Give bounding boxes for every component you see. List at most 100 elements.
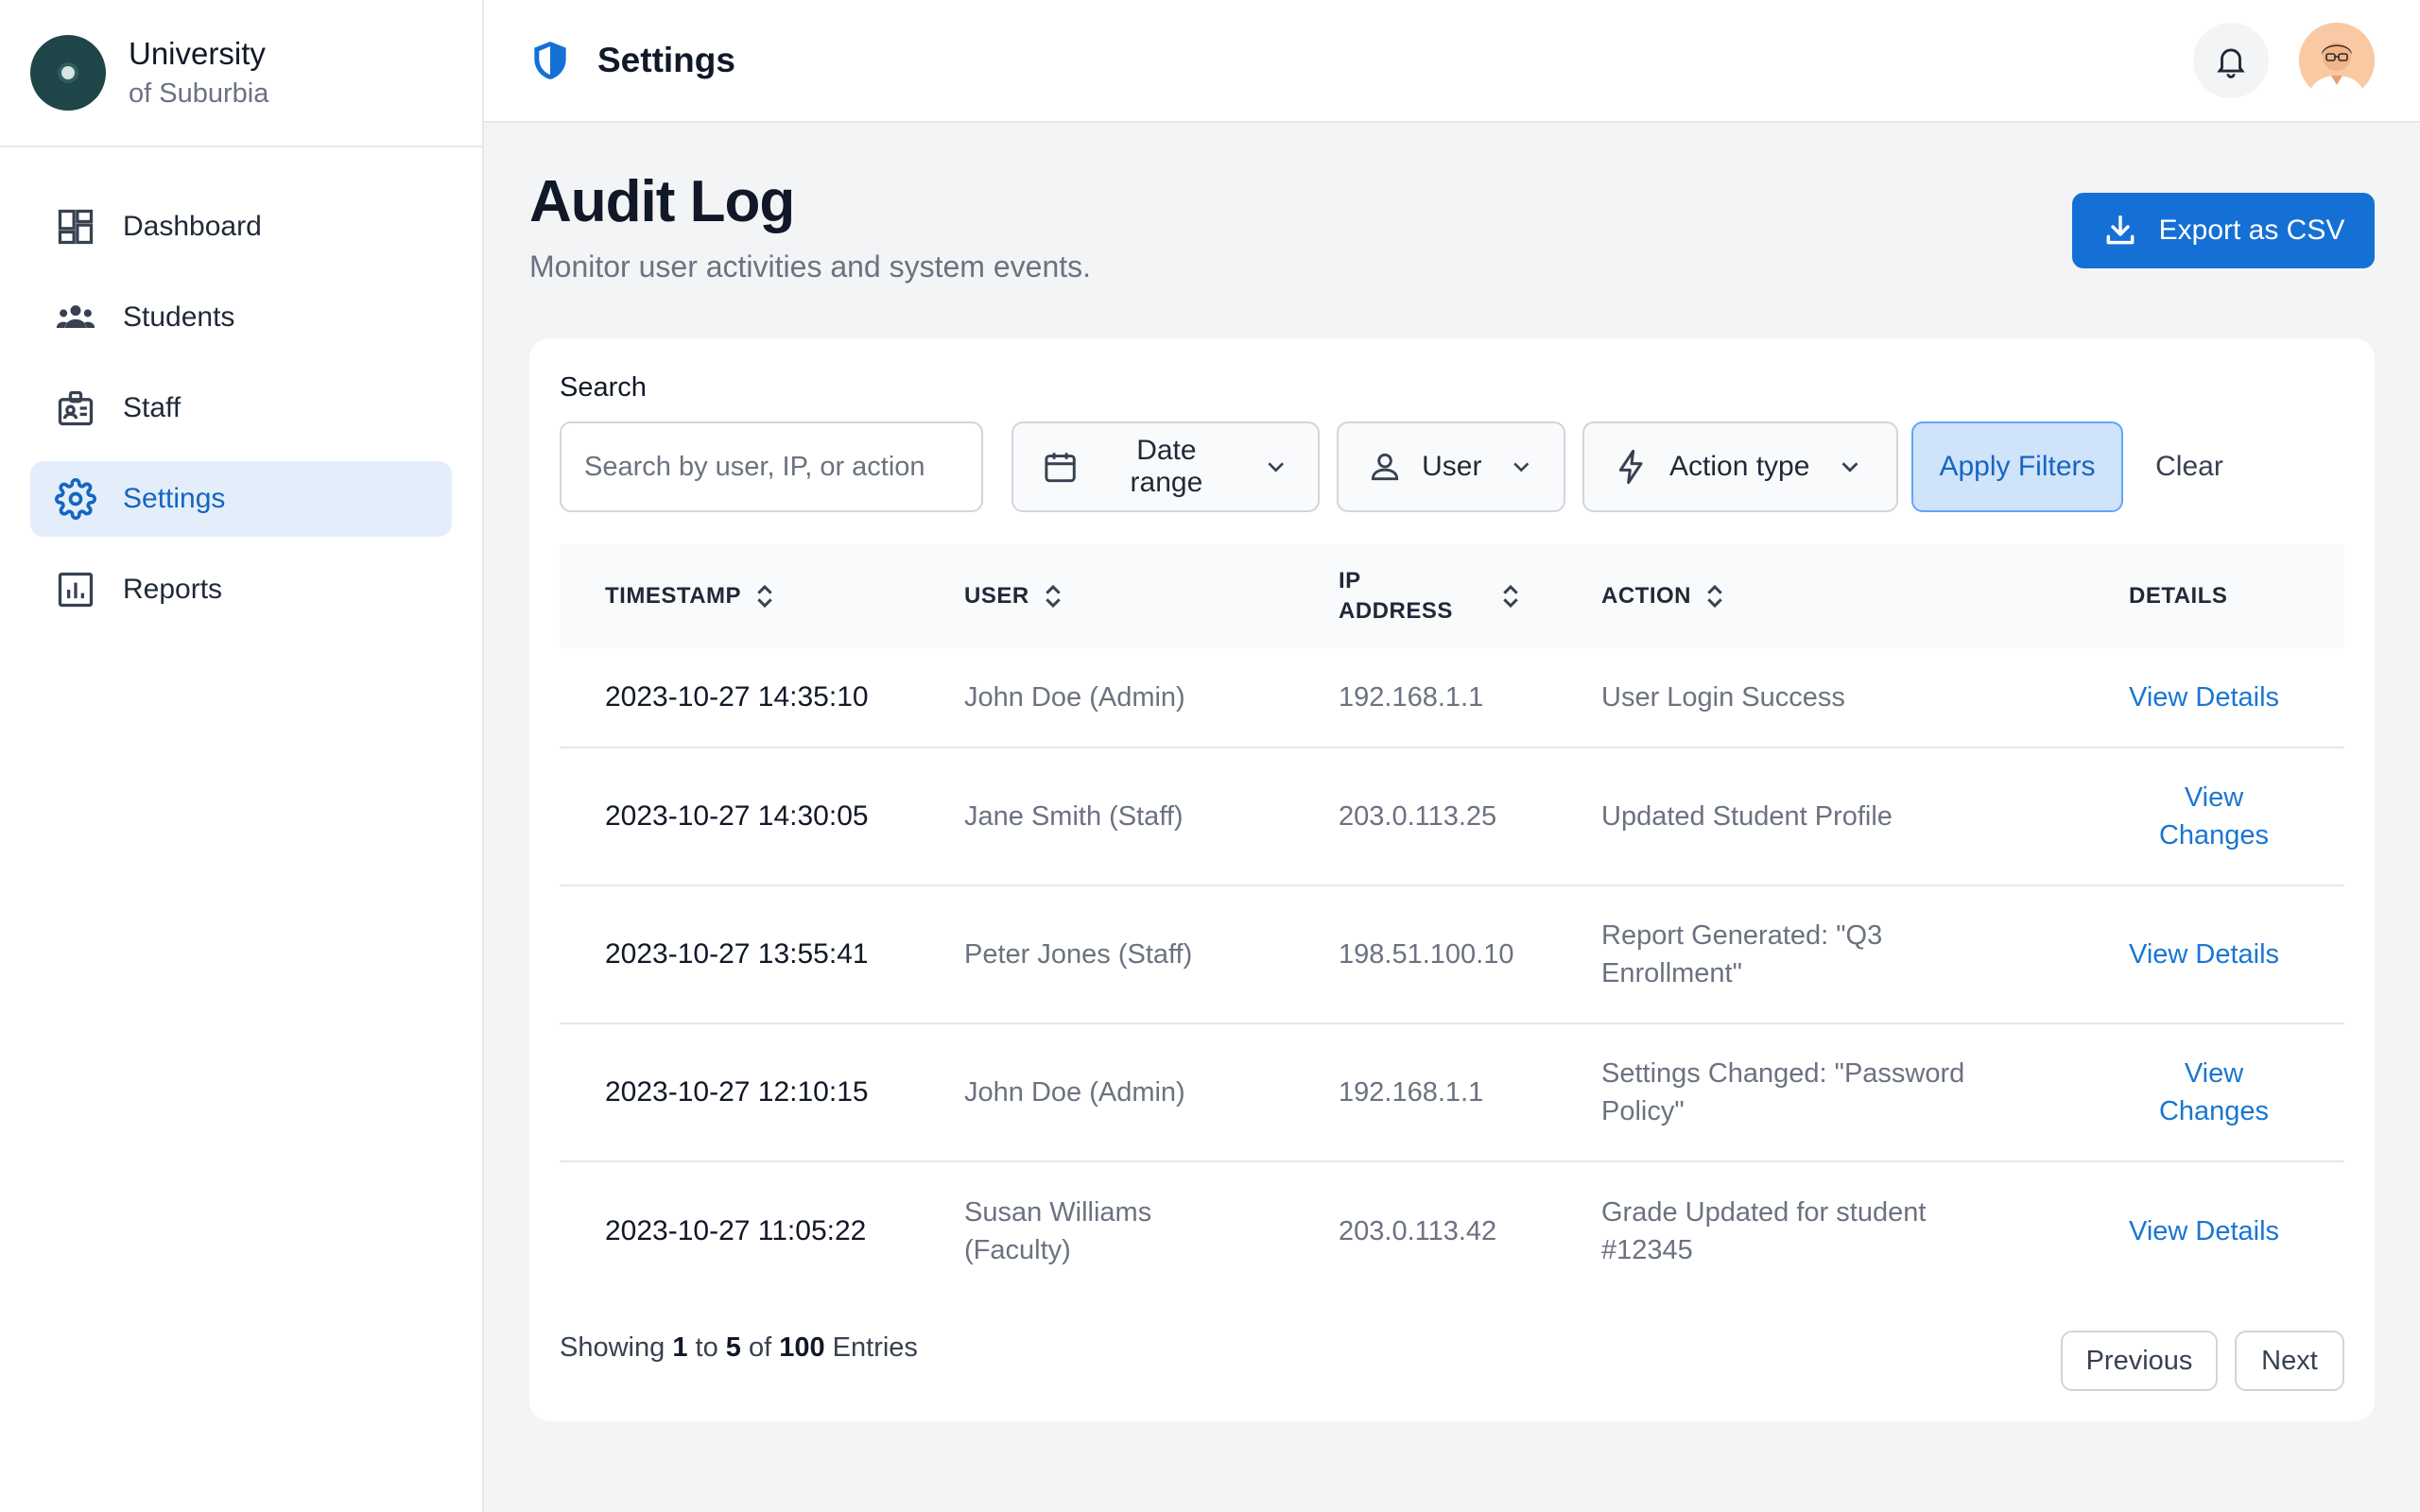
- chevron-down-icon: [1268, 462, 1284, 472]
- timestamp-cell: 2023-10-27 14:30:05: [605, 800, 869, 833]
- sidebar-item-label: Settings: [123, 483, 226, 514]
- user-filter[interactable]: User: [1337, 421, 1565, 512]
- audit-log-card: Search Date range User A: [529, 338, 2375, 1421]
- ip-cell: 192.168.1.1: [1339, 681, 1484, 713]
- download-icon: [2106, 215, 2135, 245]
- sidebar-item-reports[interactable]: Reports: [30, 552, 452, 627]
- timestamp-cell: 2023-10-27 14:35:10: [605, 681, 869, 713]
- summary-text: Entries: [832, 1332, 918, 1363]
- action-cell: Updated Student Profile: [1601, 800, 1893, 832]
- ip-cell: 192.168.1.1: [1339, 1076, 1484, 1108]
- export-label: Export as CSV: [2158, 215, 2345, 246]
- table-row: 2023-10-27 12:10:15 John Doe (Admin) 192…: [560, 1024, 2344, 1162]
- page-title: Audit Log: [529, 169, 795, 234]
- user-filter-label: User: [1422, 451, 1482, 482]
- sidebar-item-label: Dashboard: [123, 211, 262, 242]
- view-changes-link[interactable]: View Changes: [2148, 1024, 2280, 1160]
- timestamp-cell: 2023-10-27 11:05:22: [605, 1215, 867, 1247]
- table-row: 2023-10-27 13:55:41 Peter Jones (Staff) …: [560, 886, 2344, 1024]
- staff-badge-icon: [58, 390, 94, 426]
- page-subtitle: Monitor user activities and system event…: [529, 249, 1092, 284]
- column-header-ip-address[interactable]: IP ADDRESS: [1339, 544, 1521, 648]
- column-label: USER: [964, 583, 1029, 609]
- clear-filters-button[interactable]: Clear: [2140, 421, 2238, 512]
- user-cell: John Doe (Admin): [964, 681, 1185, 713]
- lightning-icon: [1618, 449, 1643, 485]
- bar-chart-icon: [58, 572, 94, 608]
- view-details-link[interactable]: View Details: [2129, 886, 2279, 1022]
- date-range-filter[interactable]: Date range: [1011, 421, 1320, 512]
- ip-cell: 203.0.113.42: [1339, 1215, 1497, 1246]
- summary-total: 100: [779, 1332, 825, 1363]
- timestamp-cell: 2023-10-27 12:10:15: [605, 1076, 869, 1108]
- bell-icon: [2217, 48, 2245, 78]
- summary-to: 5: [725, 1332, 741, 1363]
- notifications-button[interactable]: [2193, 23, 2269, 98]
- user-cell: Jane Smith (Staff): [964, 800, 1184, 832]
- sidebar-item-label: Reports: [123, 574, 223, 605]
- search-input[interactable]: [560, 421, 983, 512]
- ip-cell: 198.51.100.10: [1339, 938, 1514, 970]
- column-header-action[interactable]: ACTION: [1601, 544, 1725, 648]
- sidebar-item-label: Students: [123, 301, 235, 333]
- action-cell: Report Generated: "Q3 Enrollment": [1601, 919, 1883, 988]
- sidebar: University of Suburbia Dashboard Student…: [0, 0, 484, 1512]
- top-header: Settings: [484, 0, 2420, 123]
- sidebar-item-students[interactable]: Students: [30, 280, 452, 355]
- chevron-down-icon: [1841, 462, 1858, 472]
- table-row: 2023-10-27 14:35:10 John Doe (Admin) 192…: [560, 648, 2344, 748]
- column-header-details: DETAILS: [2129, 544, 2227, 648]
- action-cell: Grade Updated for student #12345: [1601, 1196, 1927, 1265]
- students-icon: [56, 305, 95, 328]
- summary-text: of: [748, 1332, 772, 1363]
- user-avatar[interactable]: [2299, 23, 2375, 98]
- sidebar-item-settings[interactable]: Settings: [30, 461, 452, 537]
- header-title: Settings: [597, 41, 735, 79]
- sort-icon: [1707, 584, 1722, 609]
- apply-filters-button[interactable]: Apply Filters: [1911, 421, 2123, 512]
- summary-text: Showing: [560, 1332, 666, 1363]
- sort-icon: [757, 584, 772, 609]
- table-header: TIMESTAMP USER IP ADDRESS ACTION DETAILS: [560, 544, 2344, 648]
- previous-page-button[interactable]: Previous: [2061, 1331, 2218, 1391]
- export-csv-button[interactable]: Export as CSV: [2072, 193, 2375, 268]
- action-cell: User Login Success: [1601, 681, 1845, 713]
- user-cell: Susan Williams (Faculty): [964, 1196, 1152, 1265]
- column-header-timestamp[interactable]: TIMESTAMP: [605, 544, 775, 648]
- table-row: 2023-10-27 11:05:22 Susan Williams (Facu…: [560, 1162, 2344, 1300]
- action-type-filter[interactable]: Action type: [1582, 421, 1898, 512]
- brand-subname: of Suburbia: [129, 77, 269, 109]
- timestamp-cell: 2023-10-27 13:55:41: [605, 938, 869, 971]
- action-type-label: Action type: [1669, 451, 1810, 482]
- column-label-line: IP: [1339, 567, 1361, 593]
- dashboard-icon: [58, 209, 94, 245]
- filter-bar: Date range User Action type Apply Filter…: [560, 421, 2344, 512]
- column-header-user[interactable]: USER: [964, 544, 1063, 648]
- next-page-button[interactable]: Next: [2235, 1331, 2344, 1391]
- pagination-summary: Showing 1 to 5 of 100 Entries: [560, 1332, 918, 1364]
- brand[interactable]: University of Suburbia: [0, 0, 482, 147]
- column-label: TIMESTAMP: [605, 583, 742, 609]
- summary-from: 1: [672, 1332, 688, 1363]
- view-details-link[interactable]: View Details: [2129, 1162, 2279, 1300]
- brand-name: University: [129, 36, 266, 72]
- search-label: Search: [560, 372, 647, 403]
- sidebar-item-label: Staff: [123, 392, 182, 423]
- sidebar-item-dashboard[interactable]: Dashboard: [30, 189, 452, 265]
- column-label: ACTION: [1601, 583, 1691, 609]
- date-range-label: Date range: [1130, 435, 1203, 498]
- audit-log-table: TIMESTAMP USER IP ADDRESS ACTION DETAILS: [560, 544, 2344, 1300]
- summary-text: to: [695, 1332, 718, 1363]
- chevron-down-icon: [1513, 462, 1530, 472]
- sort-icon: [1503, 584, 1518, 609]
- action-cell: Settings Changed: "Password Policy": [1601, 1057, 1965, 1126]
- view-changes-link[interactable]: View Changes: [2148, 748, 2280, 885]
- table-row: 2023-10-27 14:30:05 Jane Smith (Staff) 2…: [560, 748, 2344, 886]
- view-details-link[interactable]: View Details: [2129, 648, 2279, 747]
- sidebar-item-staff[interactable]: Staff: [30, 370, 452, 446]
- user-cell: John Doe (Admin): [964, 1076, 1185, 1108]
- column-label: IP ADDRESS: [1339, 566, 1453, 627]
- sort-icon: [1045, 584, 1061, 609]
- ip-cell: 203.0.113.25: [1339, 800, 1497, 832]
- gear-icon: [55, 478, 96, 520]
